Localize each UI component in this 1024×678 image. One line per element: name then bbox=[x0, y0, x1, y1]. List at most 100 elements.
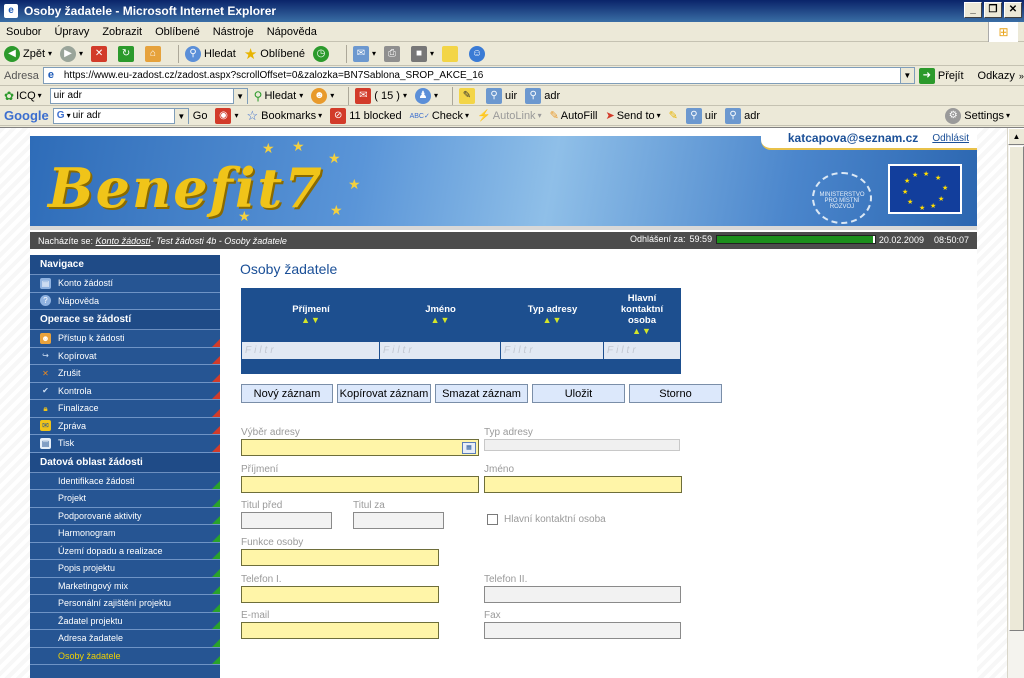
google-find-uir-button[interactable]: ⚲ uir bbox=[685, 107, 717, 124]
address-input[interactable]: https://www.eu-zadost.cz/zadost.aspx?scr… bbox=[42, 67, 915, 84]
address-select-field[interactable]: ▦ bbox=[241, 439, 479, 456]
menu-tools[interactable]: Nástroje bbox=[213, 26, 254, 38]
forward-button[interactable]: ▶ ▾ bbox=[60, 45, 83, 62]
popup-blocker-button[interactable]: ⊘ 11 blocked bbox=[330, 107, 402, 124]
links-button[interactable]: Odkazy bbox=[978, 70, 1015, 82]
breadcrumb-link-account[interactable]: Konto žádostí bbox=[96, 236, 151, 246]
icq-people-button[interactable]: ☻ ▾ bbox=[311, 87, 334, 104]
chevron-down-icon[interactable]: ▼ bbox=[232, 88, 247, 104]
google-go-button[interactable]: Go bbox=[193, 110, 208, 122]
sidebar-item-finalize[interactable]: 🔒︎ Finalizace bbox=[30, 400, 220, 418]
scroll-up-arrow-icon[interactable]: ▲ bbox=[1008, 128, 1024, 145]
address-lookup-icon[interactable]: ▦ bbox=[462, 442, 476, 454]
copy-record-button[interactable]: Kopírovat záznam bbox=[337, 384, 431, 403]
menu-view[interactable]: Zobrazit bbox=[102, 26, 142, 38]
fax-field[interactable] bbox=[484, 622, 681, 639]
sidebar-item-help[interactable]: ? Nápověda bbox=[30, 293, 220, 310]
save-button[interactable]: Uložit bbox=[532, 384, 625, 403]
email-field[interactable] bbox=[241, 622, 439, 639]
chevron-right-icon[interactable]: » bbox=[1019, 71, 1024, 81]
go-button[interactable]: ➜ Přejít bbox=[918, 67, 964, 84]
sidebar-item-territory[interactable]: Území dopadu a realizace bbox=[30, 543, 220, 560]
column-surname[interactable]: Příjmení ▲▼ bbox=[242, 289, 380, 339]
sidebar-item-access[interactable]: ☻ Přístup k žádosti bbox=[30, 330, 220, 348]
icq-search-button[interactable]: ⚲ Hledat ▾ bbox=[254, 89, 304, 103]
edit-button[interactable]: ■ ▾ bbox=[410, 45, 434, 62]
google-options-button[interactable]: ◉ ▾ bbox=[215, 107, 238, 124]
refresh-button[interactable]: ↻ bbox=[118, 45, 137, 62]
sidebar-item-applicant[interactable]: Žadatel projektu bbox=[30, 613, 220, 630]
sidebar-item-activities[interactable]: Podporované aktivity bbox=[30, 508, 220, 525]
stop-button[interactable]: ✕ bbox=[91, 45, 110, 62]
spellcheck-button[interactable]: ABC✓ Check ▾ bbox=[410, 110, 469, 122]
menu-edit[interactable]: Úpravy bbox=[54, 26, 89, 38]
sidebar-item-print[interactable]: ▤ Tisk bbox=[30, 435, 220, 453]
note-button[interactable] bbox=[441, 45, 461, 62]
logout-link[interactable]: Odhlásit bbox=[932, 133, 969, 144]
surname-field[interactable] bbox=[241, 476, 479, 493]
delete-record-button[interactable]: Smazat záznam bbox=[435, 384, 528, 403]
menu-help[interactable]: Nápověda bbox=[267, 26, 317, 38]
chevron-down-icon[interactable]: ▼ bbox=[173, 108, 188, 124]
sidebar-item-project[interactable]: Projekt bbox=[30, 490, 220, 508]
autolink-button[interactable]: ⚡ AutoLink ▾ bbox=[477, 109, 542, 123]
sidebar-item-staffing[interactable]: Personální zajištění projektu bbox=[30, 595, 220, 613]
menu-favorites[interactable]: Oblíbené bbox=[155, 26, 200, 38]
sidebar-item-applicant-persons[interactable]: Osoby žadatele bbox=[30, 648, 220, 665]
title-before-field[interactable] bbox=[241, 512, 332, 529]
sidebar-item-description[interactable]: Popis projektu bbox=[30, 560, 220, 578]
favorites-button[interactable]: ★ Oblíbené bbox=[244, 45, 305, 63]
google-highlight-button[interactable]: ✎ bbox=[669, 109, 678, 122]
column-address-type[interactable]: Typ adresy ▲▼ bbox=[501, 289, 604, 339]
chevron-down-icon[interactable]: ▼ bbox=[899, 68, 914, 83]
sidebar-item-message[interactable]: ✉ Zpráva bbox=[30, 418, 220, 435]
sendto-button[interactable]: ➤ Send to ▾ bbox=[605, 109, 660, 123]
autofill-button[interactable]: ✎ AutoFill bbox=[550, 109, 598, 123]
icq-search-input[interactable]: uir adr ▼ bbox=[49, 87, 248, 104]
cancel-button[interactable]: Storno bbox=[629, 384, 722, 403]
find-adr-button[interactable]: ⚲ adr bbox=[525, 87, 560, 104]
column-name[interactable]: Jméno ▲▼ bbox=[380, 289, 501, 339]
scroll-thumb[interactable] bbox=[1009, 146, 1024, 631]
sidebar-item-marketing[interactable]: Marketingový mix bbox=[30, 578, 220, 595]
icq-messages-button[interactable]: ✉ ( 15 ) ▾ bbox=[355, 87, 407, 104]
sort-arrows-icon[interactable]: ▲▼ bbox=[301, 315, 321, 325]
filter-surname[interactable]: Filtr bbox=[242, 342, 380, 359]
sort-arrows-icon[interactable]: ▲▼ bbox=[543, 315, 563, 325]
filter-main-contact[interactable]: Filtr bbox=[604, 342, 680, 359]
column-main-contact[interactable]: Hlavní kontaktní osoba ▲▼ bbox=[604, 289, 680, 339]
position-field[interactable] bbox=[241, 549, 439, 566]
restore-button[interactable]: ❐ bbox=[984, 2, 1002, 18]
sidebar-item-account[interactable]: ▤ Konto žádostí bbox=[30, 275, 220, 293]
mail-button[interactable]: ✉ ▾ bbox=[352, 45, 376, 62]
filter-address-type[interactable]: Filtr bbox=[501, 342, 604, 359]
search-button[interactable]: ⚲ Hledat bbox=[185, 45, 236, 62]
site-logo[interactable]: Benefit7 bbox=[48, 156, 324, 220]
sidebar-item-applicant-address[interactable]: Adresa žadatele bbox=[30, 630, 220, 648]
sort-arrows-icon[interactable]: ▲▼ bbox=[632, 326, 652, 336]
google-find-adr-button[interactable]: ⚲ adr bbox=[725, 107, 760, 124]
sort-arrows-icon[interactable]: ▲▼ bbox=[431, 315, 451, 325]
history-button[interactable]: ◷ bbox=[312, 45, 332, 62]
bookmarks-button[interactable]: ☆ Bookmarks ▾ bbox=[246, 108, 322, 124]
highlight-button[interactable]: ✎ bbox=[458, 87, 478, 104]
main-contact-checkbox[interactable] bbox=[487, 514, 498, 525]
title-after-field[interactable] bbox=[353, 512, 444, 529]
new-record-button[interactable]: Nový záznam bbox=[241, 384, 333, 403]
filter-name[interactable]: Filtr bbox=[380, 342, 501, 359]
menu-file[interactable]: Soubor bbox=[6, 26, 41, 38]
sidebar-item-identification[interactable]: Identifikace žádosti bbox=[30, 473, 220, 490]
icq-user-button[interactable]: ♟ ▾ bbox=[414, 87, 438, 104]
print-button[interactable]: ⎙ bbox=[383, 45, 403, 62]
minimize-button[interactable]: _ bbox=[964, 2, 982, 18]
phone2-field[interactable] bbox=[484, 586, 681, 603]
back-button[interactable]: ◀ Zpět ▾ bbox=[4, 45, 52, 62]
name-field[interactable] bbox=[484, 476, 682, 493]
vertical-scrollbar[interactable]: ▲ bbox=[1007, 128, 1024, 678]
home-button[interactable]: ⌂ bbox=[145, 45, 164, 62]
find-uir-button[interactable]: ⚲ uir bbox=[485, 87, 517, 104]
close-button[interactable]: ✕ bbox=[1004, 2, 1022, 18]
sidebar-item-cancel[interactable]: ✕ Zrušit bbox=[30, 365, 220, 383]
sidebar-item-check[interactable]: ✔ Kontrola bbox=[30, 383, 220, 400]
icq-button[interactable]: ✿ ICQ ▾ bbox=[4, 89, 42, 103]
